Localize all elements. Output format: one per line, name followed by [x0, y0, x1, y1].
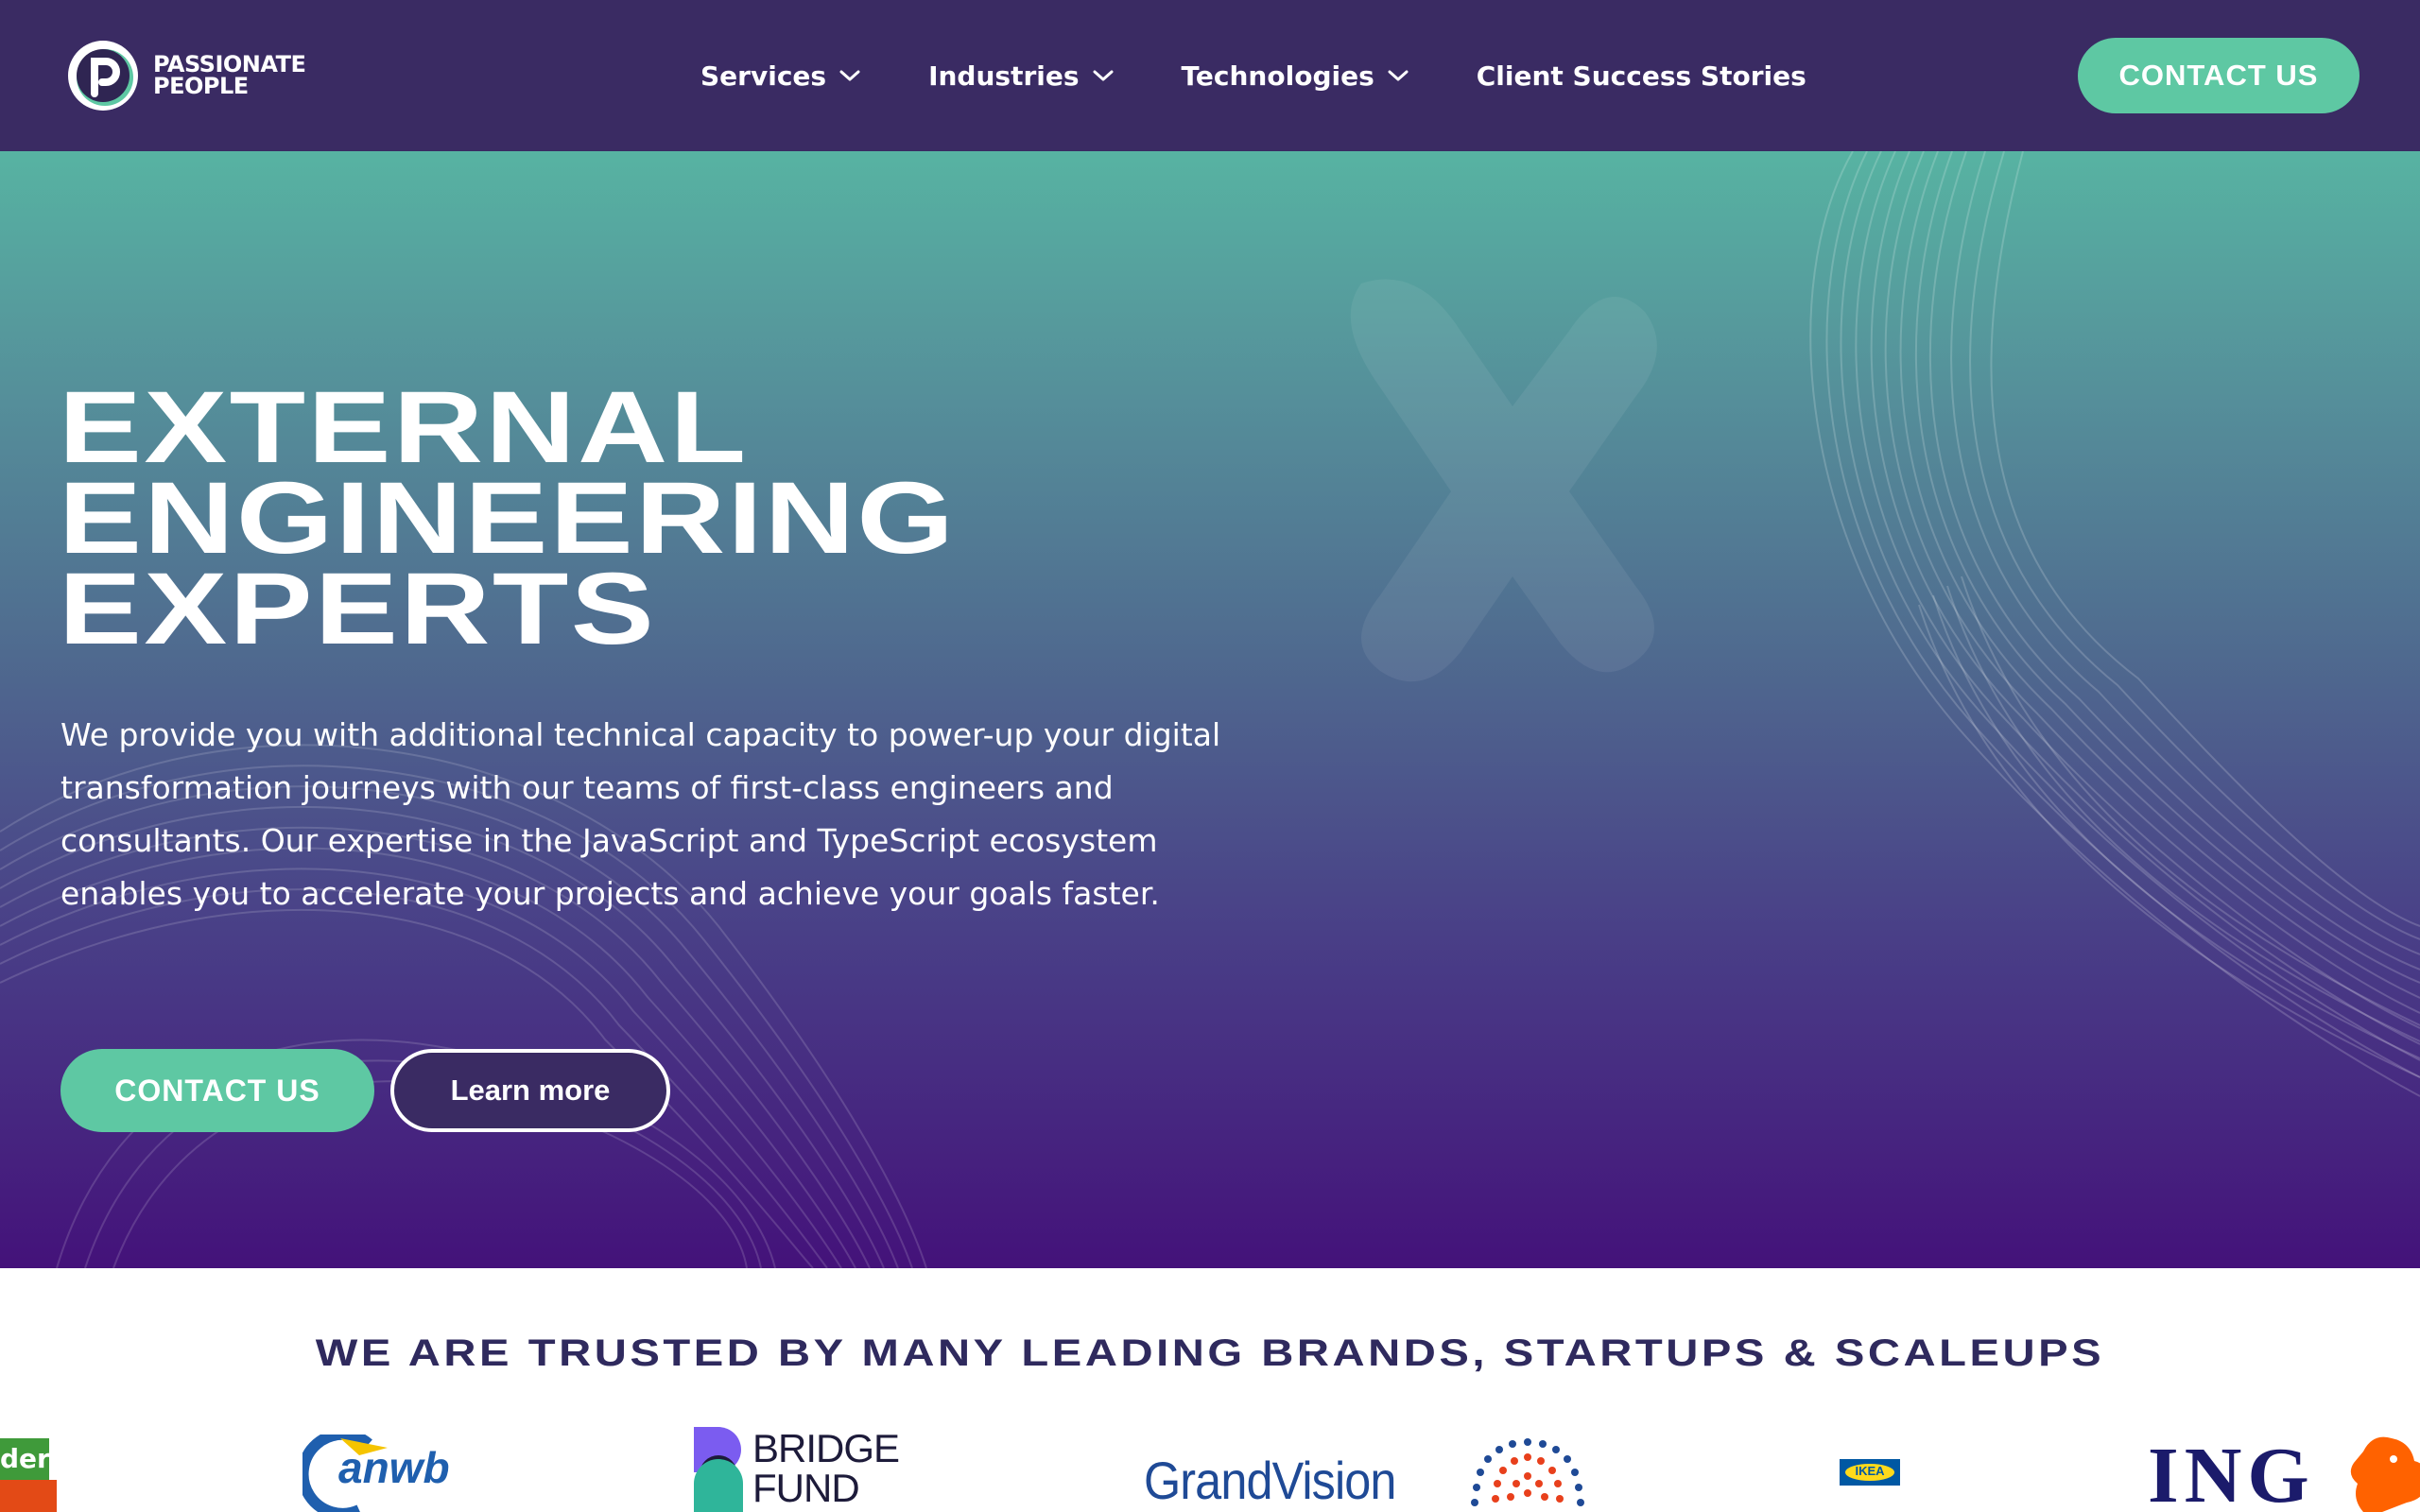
bridgefund-logo: BRIDGE FUND: [694, 1427, 911, 1512]
partial-logo-text: der: [0, 1438, 50, 1480]
bridgefund-line-1: BRIDGE: [752, 1426, 900, 1470]
hero-heading: EXTERNAL ENGINEERING EXPERTS: [59, 369, 957, 665]
trusted-by-heading: WE ARE TRUSTED BY MANY LEADING BRANDS, S…: [315, 1332, 2105, 1374]
nav-item-client-success-stories[interactable]: Client Success Stories: [1477, 60, 1806, 92]
learn-more-button[interactable]: Learn more: [390, 1049, 670, 1132]
chevron-down-icon: [1388, 70, 1409, 81]
ing-logo: ING: [2148, 1433, 2420, 1512]
hero-description: We provide you with additional technical…: [60, 716, 1221, 912]
hero-heading-line-3: EXPERTS: [59, 551, 657, 665]
ikea-wordmark: IKEA: [1855, 1464, 1885, 1478]
anwb-logo: anwb: [302, 1435, 454, 1512]
x-watermark-icon: [1350, 279, 1657, 682]
hero-heading-line-2: ENGINEERING: [59, 460, 957, 575]
nav-item-label: Industries: [928, 60, 1080, 92]
grandvision-eye-icon: [1471, 1438, 1584, 1506]
top-navigation: PASSIONATE PEOPLE Services Industries Te…: [0, 0, 2420, 151]
nav-item-technologies[interactable]: Technologies: [1182, 60, 1409, 92]
ing-wordmark: ING: [2148, 1432, 2315, 1512]
ing-lion-icon: [2350, 1436, 2420, 1512]
nav-item-label: Services: [700, 60, 827, 92]
trusted-by-section: WE ARE TRUSTED BY MANY LEADING BRANDS, S…: [0, 1268, 2420, 1512]
logo-wordmark: PASSIONATE PEOPLE: [153, 53, 306, 99]
nav-item-label: Client Success Stories: [1476, 60, 1806, 92]
logo-mark-icon: [68, 41, 138, 111]
client-logo-strip: der anwb BRIDGE FUND GrandVision IKEA IN…: [0, 1427, 2420, 1512]
passionate-people-logo[interactable]: PASSIONATE PEOPLE: [66, 39, 306, 112]
nav-contact-us-button[interactable]: CONTACT US: [2078, 38, 2360, 113]
main-menu: Services Industries Technologies Client …: [700, 49, 1806, 102]
chevron-down-icon: [839, 70, 860, 81]
chevron-down-icon: [1093, 70, 1114, 81]
nav-item-industries[interactable]: Industries: [928, 60, 1114, 92]
bridgefund-mark-icon: [694, 1427, 743, 1512]
partial-client-logo: der: [0, 1438, 57, 1512]
hero-section: EXTERNAL ENGINEERING EXPERTS We provide …: [0, 151, 2420, 1268]
grandvision-wordmark: GrandVision: [1144, 1451, 1396, 1510]
nav-item-services[interactable]: Services: [700, 60, 860, 92]
right-wave-lines: [1809, 151, 2420, 1097]
nav-item-label: Technologies: [1181, 60, 1374, 92]
hero-heading-line-1: EXTERNAL: [59, 369, 749, 484]
hero-contact-us-button[interactable]: CONTACT US: [60, 1049, 374, 1132]
bridgefund-wordmark: BRIDGE FUND: [752, 1426, 900, 1510]
grandvision-logo: GrandVision: [1144, 1435, 1598, 1512]
ikea-logo: IKEA: [1840, 1459, 1900, 1486]
logo-line-2: PEOPLE: [153, 73, 249, 99]
anwb-wordmark: anwb: [338, 1443, 450, 1492]
bridgefund-line-2: FUND: [752, 1466, 860, 1510]
